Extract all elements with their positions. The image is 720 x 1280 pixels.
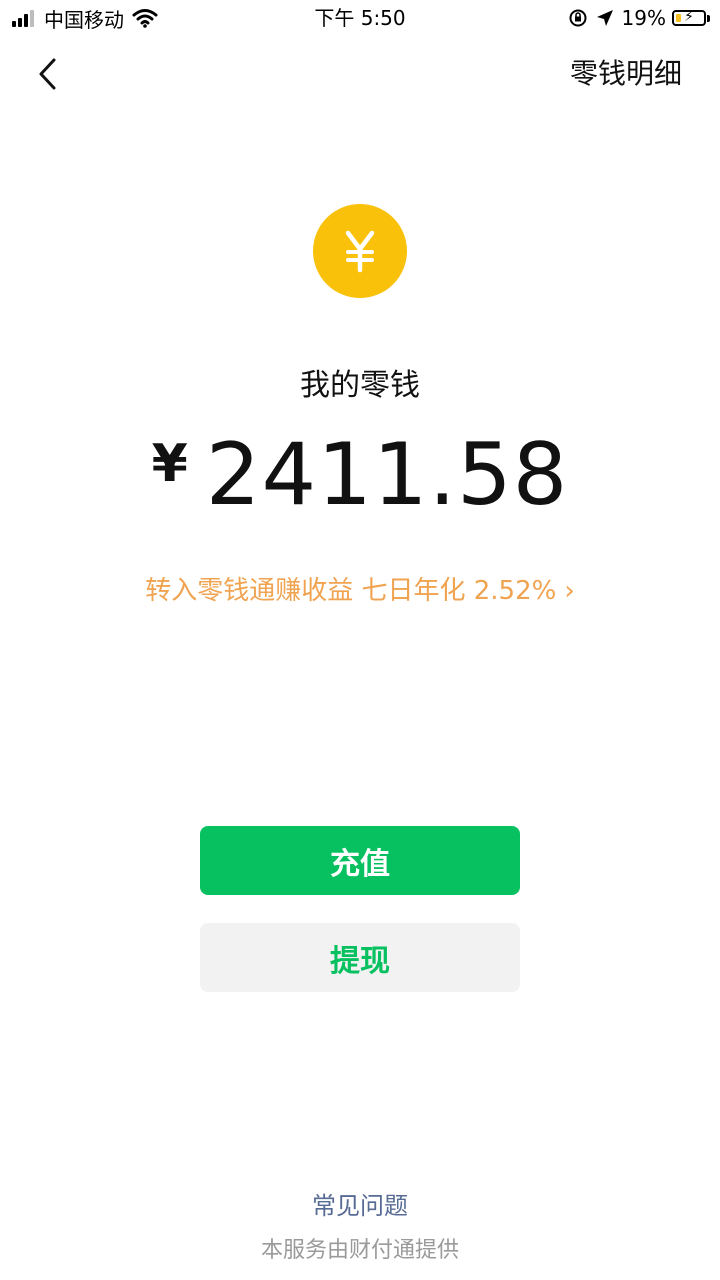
recharge-button[interactable]: 充值 [200, 826, 520, 895]
wallet-balance-screen: 中国移动 下午 5:50 19% ⚡ 零钱明细 我的零钱 ¥ 2411.58 转… [0, 0, 720, 1280]
status-bar: 中国移动 下午 5:50 19% ⚡ [0, 0, 720, 36]
balance-amount: 2411.58 [205, 425, 569, 525]
service-provider-note: 本服务由财付通提供 [260, 1238, 459, 1263]
withdraw-button[interactable]: 提现 [200, 923, 520, 992]
balance-amount-row: ¥2411.58 [0, 420, 720, 530]
location-arrow-icon [596, 10, 613, 26]
charging-bolt-icon: ⚡ [684, 9, 694, 25]
orientation-lock-icon [569, 9, 587, 27]
battery-icon: ⚡ [672, 9, 706, 26]
status-right: 19% ⚡ [568, 4, 710, 32]
balance-label: 我的零钱 [300, 368, 420, 403]
currency-symbol: ¥ [151, 434, 188, 494]
back-button[interactable] [28, 52, 68, 96]
chevron-right-icon: › [564, 576, 575, 606]
yuan-symbol-icon [345, 230, 375, 273]
lingqiantong-promo-link[interactable]: 转入零钱通赚收益 七日年化 2.52% › [0, 570, 720, 607]
battery-percent: 19% [621, 6, 666, 30]
promo-text: 转入零钱通赚收益 七日年化 2.52% [145, 576, 557, 606]
yuan-coin-icon [313, 204, 407, 298]
transaction-details-link[interactable]: 零钱明细 [570, 52, 682, 96]
battery-tip [707, 14, 710, 22]
faq-link[interactable]: 常见问题 [0, 1186, 720, 1221]
chevron-left-icon [39, 58, 56, 90]
